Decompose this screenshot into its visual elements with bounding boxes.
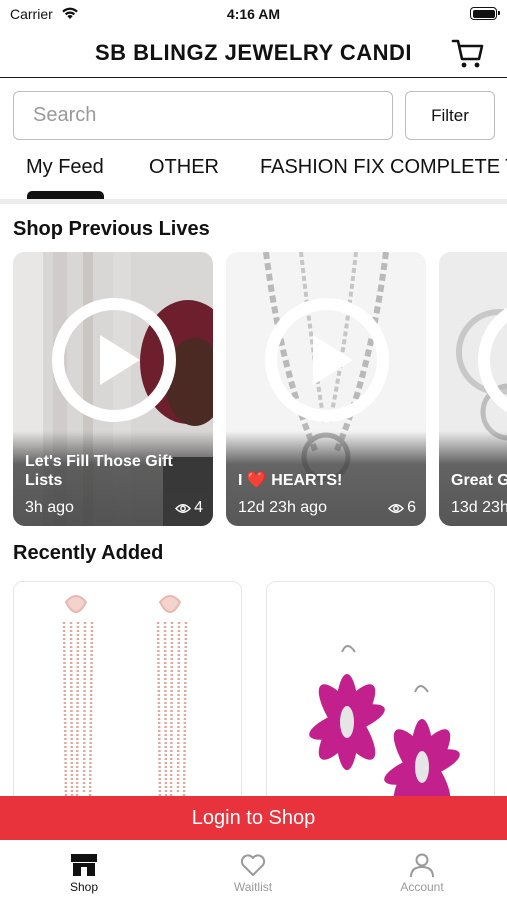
play-icon[interactable] [52, 298, 176, 422]
tab-fashion-fix[interactable]: FASHION FIX COMPLETE T [260, 156, 507, 179]
live-title: Let's Fill Those Gift Lists [25, 453, 173, 489]
live-time: 12d 23h ago [238, 499, 327, 516]
nav-waitlist-label: Waitlist [233, 880, 273, 894]
clock: 4:16 AM [226, 6, 281, 22]
live-card[interactable]: Great G Stuffers 13d 23h [439, 252, 507, 526]
live-views-count: 6 [407, 499, 416, 516]
live-time: 13d 23h [451, 499, 507, 516]
eye-icon [175, 503, 192, 513]
tabs-divider [0, 199, 507, 204]
cart-icon[interactable] [451, 37, 485, 69]
login-to-shop-button[interactable]: Login to Shop [0, 796, 507, 840]
store-icon [71, 854, 97, 876]
nav-account[interactable]: Account [372, 852, 472, 894]
nav-shop-label: Shop [69, 880, 99, 894]
live-card[interactable]: I ❤️ HEARTS! 12d 23h ago 6 [226, 252, 426, 526]
live-views-count: 4 [194, 499, 203, 516]
app-header: SB BLINGZ JEWELRY CANDI [0, 28, 507, 78]
live-card[interactable]: Let's Fill Those Gift Lists 3h ago 4 [13, 252, 213, 526]
recently-added-heading: Recently Added [13, 542, 164, 564]
play-icon[interactable] [265, 298, 389, 422]
heart-icon [240, 854, 266, 876]
previous-lives-carousel[interactable]: Let's Fill Those Gift Lists 3h ago 4 I ❤… [0, 252, 507, 526]
bottom-tab-bar: Shop Waitlist Account [0, 840, 507, 900]
store-title: SB BLINGZ JEWELRY CANDI [94, 40, 413, 65]
tab-other[interactable]: OTHER [149, 156, 219, 179]
live-views: 6 [388, 499, 416, 517]
live-views: 4 [175, 499, 203, 517]
nav-account-label: Account [400, 880, 444, 894]
live-time: 3h ago [25, 499, 74, 516]
live-title: Great G Stuffers [451, 472, 507, 489]
filter-button[interactable]: Filter [405, 91, 495, 140]
nav-waitlist[interactable]: Waitlist [203, 852, 303, 894]
tab-my-feed[interactable]: My Feed [26, 156, 104, 179]
person-icon [410, 853, 434, 878]
live-title: I ❤️ HEARTS! [238, 472, 343, 489]
eye-icon [388, 503, 405, 513]
status-bar: Carrier 4:16 AM [0, 0, 507, 28]
search-input[interactable] [13, 91, 393, 140]
battery-icon [470, 7, 500, 20]
nav-shop[interactable]: Shop [34, 852, 134, 894]
previous-lives-heading: Shop Previous Lives [13, 218, 210, 240]
